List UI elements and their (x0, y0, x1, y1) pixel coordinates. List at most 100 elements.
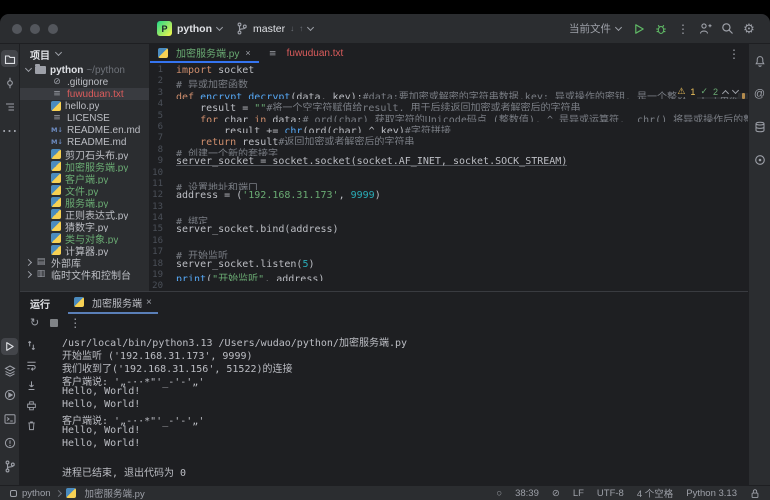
close-icon[interactable]: × (146, 297, 152, 308)
tree-item[interactable]: ≡fuwuduan.txt (20, 88, 149, 100)
breadcrumb[interactable]: python 加密服务端.py (10, 486, 145, 500)
ai-assistant-tool-button[interactable]: @ (751, 85, 768, 102)
debug-button[interactable] (650, 18, 672, 40)
tree-item[interactable]: 客户端.py (20, 172, 149, 184)
tree-item[interactable]: M↓README.en.md (20, 124, 149, 136)
rerun-button[interactable]: ↻ (30, 316, 39, 329)
chevron-right-icon[interactable] (25, 258, 32, 265)
tree-item[interactable]: 服务端.py (20, 196, 149, 208)
code-line[interactable]: 13 (150, 202, 748, 213)
code-with-me-button[interactable] (694, 18, 716, 40)
highlighting-level-icon[interactable]: ⊘ (552, 488, 560, 499)
tree-item[interactable]: 猜数字.py (20, 220, 149, 232)
code-line[interactable]: 3def encrypt_decrypt(data, key):#data:要加… (150, 88, 748, 99)
project-selector[interactable]: P python (150, 18, 229, 39)
inspections-widget[interactable]: ⚠1 ✓2 (677, 86, 738, 97)
tree-item[interactable]: ⊘.gitignore (20, 76, 149, 88)
zoom-window-button[interactable] (48, 24, 58, 34)
console[interactable]: /usr/local/bin/python3.13 /Users/wudao/p… (20, 331, 748, 485)
code-line[interactable]: 1import socket (150, 65, 748, 76)
stop-button[interactable] (50, 319, 58, 327)
clear-console-icon[interactable] (25, 419, 38, 432)
tree-item[interactable]: 加密服务端.py (20, 160, 149, 172)
print-icon[interactable] (25, 399, 38, 412)
project-tool-button[interactable] (1, 50, 18, 67)
problems-tool-button[interactable] (1, 434, 18, 451)
code-line[interactable]: 16 (150, 236, 748, 247)
structure-tool-button[interactable] (1, 98, 18, 115)
code-line[interactable]: 4 result = ""#将一个空字符赋值给result, 用于后续返回加密或… (150, 99, 748, 110)
code-line[interactable]: 12address = ('192.168.31.173', 9999) (150, 190, 748, 201)
python-interpreter[interactable]: Python 3.13 (686, 488, 737, 499)
tree-item[interactable]: 文件.py (20, 184, 149, 196)
run-tab[interactable]: 加密服务端 × (68, 292, 158, 314)
line-separator[interactable]: LF (573, 488, 584, 499)
code-line[interactable]: 19print("开始监听", address) (150, 270, 748, 281)
warning-icon: ⚠ (677, 86, 685, 97)
commit-tool-button[interactable] (1, 74, 18, 91)
next-problem-button[interactable] (732, 86, 739, 93)
code-line[interactable]: 10 (150, 168, 748, 179)
more-tool-windows-button[interactable]: ⋯ (1, 122, 18, 139)
project-panel-header[interactable]: 项目 (20, 44, 149, 64)
console-line: 我们收到了('192.168.31.156', 51522)的连接 (62, 360, 748, 373)
code-line[interactable]: 5 for char in data:# ord(char) 获取字符的Unic… (150, 111, 748, 122)
scroll-to-end-icon[interactable] (25, 379, 38, 392)
close-window-button[interactable] (12, 24, 22, 34)
tree-item[interactable]: python~/python (20, 64, 149, 76)
code-line[interactable]: 14# 绑定 (150, 213, 748, 224)
close-icon[interactable]: × (245, 48, 250, 58)
prev-problem-button[interactable] (722, 89, 729, 96)
tree-item[interactable]: M↓README.md (20, 136, 149, 148)
code-line[interactable]: 9server_socket = socket.socket(socket.AF… (150, 156, 748, 167)
python-packages-tool-button[interactable] (751, 151, 768, 168)
tree-item[interactable]: 正则表达式.py (20, 208, 149, 220)
code-line[interactable]: 11# 设置地址和端口 (150, 179, 748, 190)
tree-item[interactable]: 剪刀石头布.py (20, 148, 149, 160)
terminal-tool-button[interactable] (1, 410, 18, 427)
code-line[interactable]: 18server_socket.listen(5) (150, 259, 748, 270)
lock-icon[interactable] (750, 488, 760, 499)
scroll-arrows-icon[interactable] (25, 339, 38, 352)
file-encoding[interactable]: UTF-8 (597, 488, 624, 499)
version-control-tool-button[interactable] (1, 458, 18, 475)
code-line[interactable]: 2# 异或加密函数 (150, 76, 748, 87)
tab-options-button[interactable]: ⋮ (728, 47, 740, 61)
services-tool-button[interactable] (1, 362, 18, 379)
code-line[interactable]: 6 result += chr(ord(char) ^ key)#字符拼接 (150, 122, 748, 133)
tree-item[interactable]: ▤外部库 (20, 256, 149, 268)
chevron-down-icon[interactable] (25, 65, 32, 72)
ellipsis-icon: ⋯ (2, 121, 18, 141)
code-editor[interactable]: 1import socket2# 异或加密函数3def encrypt_decr… (150, 63, 748, 291)
tree-item[interactable]: 类与对象.py (20, 232, 149, 244)
caret-position[interactable]: 38:39 (515, 488, 539, 499)
tree-item[interactable]: 计算器.py (20, 244, 149, 256)
more-actions-button[interactable]: ⋮ (672, 18, 694, 40)
python-console-tool-button[interactable] (1, 386, 18, 403)
run-tool-button[interactable] (1, 338, 18, 355)
database-tool-button[interactable] (751, 118, 768, 135)
run-config-selector[interactable]: 当前文件 (562, 18, 628, 39)
tree-item[interactable]: ▥临时文件和控制台 (20, 268, 149, 280)
console-options-button[interactable]: ⋮ (69, 316, 81, 330)
code-line[interactable]: 20 (150, 281, 748, 291)
chevron-right-icon[interactable] (25, 270, 32, 277)
notifications-tool-button[interactable] (751, 52, 768, 69)
tab-encrypt-server[interactable]: 加密服务端.py × (150, 44, 259, 63)
tab-fuwuduan[interactable]: ≡ fuwuduan.txt (259, 44, 352, 63)
search-everywhere-button[interactable] (716, 18, 738, 40)
minimize-window-button[interactable] (30, 24, 40, 34)
indent-setting[interactable]: 4 个空格 (637, 486, 673, 500)
soft-wrap-icon[interactable] (25, 359, 38, 372)
code-line[interactable]: 15server_socket.bind(address) (150, 224, 748, 235)
run-button[interactable] (628, 18, 650, 40)
git-branch-widget[interactable]: master ↓ ↑ (229, 19, 320, 38)
tree-item[interactable]: hello.py (20, 100, 149, 112)
code-line[interactable]: 7 return result#返回加密或者解密后的字符串 (150, 133, 748, 144)
settings-button[interactable]: ⚙ (738, 18, 760, 40)
tree-item[interactable]: ≡LICENSE (20, 112, 149, 124)
sync-icon[interactable]: ○ (496, 488, 502, 499)
file-label: 文件.py (65, 184, 98, 196)
code-line[interactable]: 8# 创建一个新的套接字 (150, 145, 748, 156)
code-line[interactable]: 17# 开始监听 (150, 247, 748, 258)
